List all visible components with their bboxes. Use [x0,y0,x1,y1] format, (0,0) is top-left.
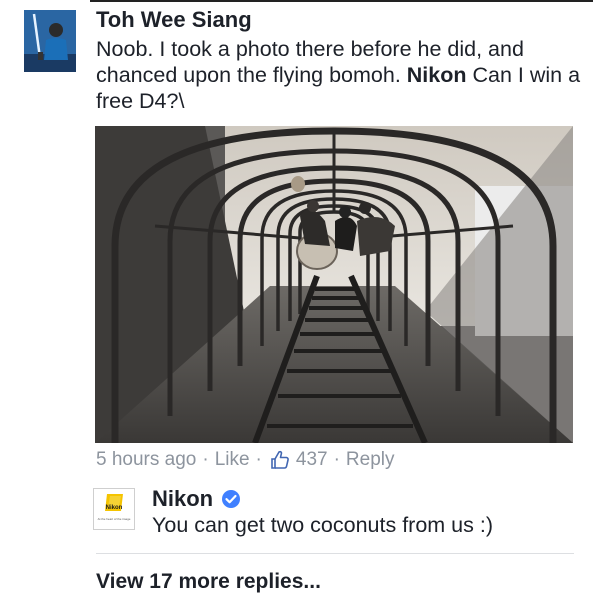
replies-divider [96,553,574,554]
mention-nikon[interactable]: Nikon [407,63,467,87]
commenter-avatar[interactable] [24,10,76,72]
thumbs-up-icon[interactable] [270,450,290,470]
comment-text: Noob. I took a photo there before he did… [96,36,586,114]
reply-button[interactable]: Reply [346,449,395,471]
reply-text: You can get two coconuts from us :) [152,513,493,537]
top-divider [90,0,593,2]
comment-meta: 5 hours ago · Like · 437 · Reply [96,449,394,471]
separator: · [333,449,340,470]
nikon-logo-text: Nikon [106,505,123,511]
reply-author-name[interactable]: Nikon [152,486,213,512]
comment-author[interactable]: Toh Wee Siang [96,7,252,33]
separator: · [202,449,209,470]
separator: · [255,449,262,470]
comment-thread: Toh Wee Siang Noob. I took a photo there… [0,0,593,608]
like-count[interactable]: 437 [296,449,328,471]
comment-timestamp[interactable]: 5 hours ago [96,449,196,471]
comment-photo[interactable] [95,126,573,443]
nikon-tagline: At the heart of the image [98,517,131,521]
like-button[interactable]: Like [215,449,250,471]
reply-author: Nikon [152,486,241,512]
verified-check-icon [221,489,241,509]
view-more-replies-link[interactable]: View 17 more replies... [96,570,321,594]
nikon-avatar[interactable]: Nikon At the heart of the image [93,488,135,530]
